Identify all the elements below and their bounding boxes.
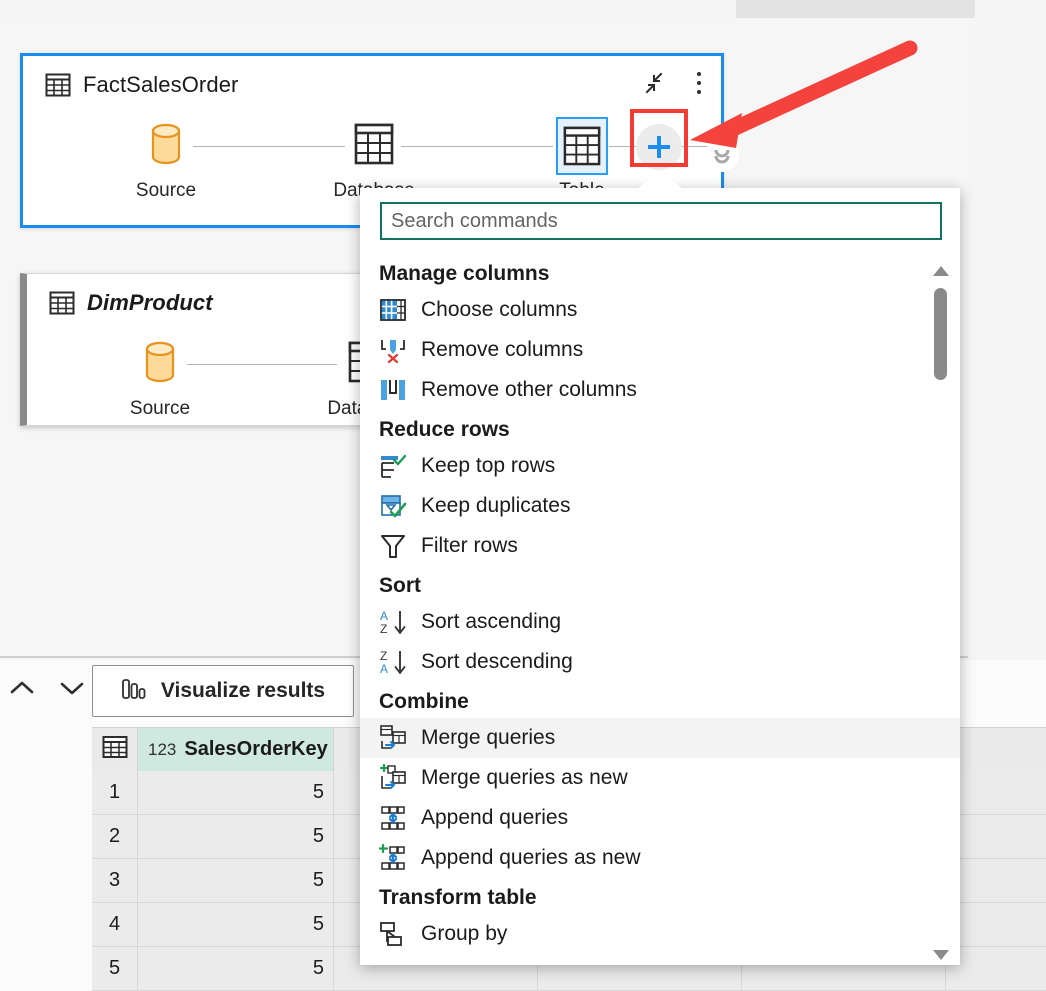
connector-handle-icon[interactable] — [705, 138, 739, 172]
pane-resize-chevrons — [4, 670, 90, 706]
command-list: Manage columns — [360, 252, 960, 952]
group-title-manage-columns: Manage columns — [360, 254, 960, 290]
remove-other-columns-icon — [379, 376, 407, 404]
chevron-down-icon[interactable] — [54, 670, 90, 706]
svg-text:A: A — [380, 609, 388, 623]
menu-item-label: Sort descending — [421, 650, 573, 674]
search-commands-input[interactable] — [380, 202, 942, 240]
visualize-results-button[interactable]: Visualize results — [92, 665, 354, 717]
menu-item-merge-queries-as-new[interactable]: Merge queries as new — [360, 758, 960, 798]
step-source[interactable]: Source — [106, 114, 226, 202]
card-title: FactSalesOrder — [83, 72, 238, 98]
menu-item-filter-rows[interactable]: Filter rows — [360, 526, 960, 566]
menu-item-label: Merge queries as new — [421, 766, 628, 790]
svg-text:Z: Z — [380, 649, 387, 663]
menu-item-sort-ascending[interactable]: A Z Sort ascending — [360, 602, 960, 642]
cell-salesorderkey[interactable]: 5 — [138, 859, 334, 902]
row-index: 5 — [92, 947, 138, 990]
menu-item-label: Choose columns — [421, 298, 577, 322]
choose-columns-icon — [379, 296, 407, 324]
command-list-scroll: Manage columns — [360, 252, 960, 952]
svg-text:Z: Z — [380, 622, 387, 636]
menu-item-label: Append queries as new — [421, 846, 641, 870]
column-header-salesorderkey[interactable]: 123 SalesOrderKey — [138, 728, 334, 771]
append-queries-as-new-icon — [379, 844, 407, 872]
sort-descending-icon: Z A — [379, 648, 407, 676]
menu-item-choose-columns[interactable]: Choose columns — [360, 290, 960, 330]
step-source[interactable]: Source — [100, 332, 220, 420]
flyout-scrollbar[interactable] — [930, 266, 952, 991]
menu-item-append-queries-as-new[interactable]: Append queries as new — [360, 838, 960, 878]
menu-item-merge-queries[interactable]: Merge queries — [360, 718, 960, 758]
group-title-sort: Sort — [360, 566, 960, 602]
visualize-results-label: Visualize results — [161, 679, 325, 703]
row-index: 1 — [92, 771, 138, 814]
cell-salesorderkey[interactable]: 5 — [138, 903, 334, 946]
merge-queries-icon — [379, 724, 407, 752]
step-label: Source — [106, 180, 226, 202]
group-title-reduce-rows: Reduce rows — [360, 410, 960, 446]
menu-item-label: Keep duplicates — [421, 494, 570, 518]
group-by-icon — [379, 920, 407, 948]
scroll-up-arrow-icon[interactable] — [933, 266, 949, 276]
svg-text:A: A — [380, 662, 388, 676]
menu-item-keep-duplicates[interactable]: Keep duplicates — [360, 486, 960, 526]
cell-salesorderkey[interactable]: 5 — [138, 947, 334, 990]
card-title: DimProduct — [87, 290, 213, 316]
menu-item-label: Sort ascending — [421, 610, 561, 634]
row-index: 4 — [92, 903, 138, 946]
card-header: FactSalesOrder — [23, 56, 721, 114]
menu-item-label: Merge queries — [421, 726, 555, 750]
app-root: FactSalesOrder — [0, 0, 1046, 991]
menu-item-sort-descending[interactable]: Z A Sort descending — [360, 642, 960, 682]
append-queries-icon — [379, 804, 407, 832]
scrollbar-thumb[interactable] — [934, 288, 947, 380]
merge-queries-as-new-icon — [379, 764, 407, 792]
flyout-beak — [636, 170, 684, 190]
add-step-button[interactable] — [636, 124, 682, 170]
more-options-kebab-icon[interactable] — [691, 68, 707, 98]
bar-chart-icon — [121, 677, 147, 706]
column-header-label: SalesOrderKey — [184, 738, 327, 761]
sort-ascending-icon: A Z — [379, 608, 407, 636]
menu-item-label: Remove other columns — [421, 378, 637, 402]
menu-item-group-by[interactable]: Group by — [360, 914, 960, 952]
database-cylinder-icon — [149, 122, 183, 171]
cell-salesorderkey[interactable]: 5 — [138, 771, 334, 814]
number-type-icon: 123 — [148, 740, 176, 760]
chevron-up-icon[interactable] — [4, 670, 40, 706]
menu-item-label: Remove columns — [421, 338, 583, 362]
cell-salesorderkey[interactable]: 5 — [138, 815, 334, 858]
step-label: Source — [100, 398, 220, 420]
menu-item-label: Append queries — [421, 806, 568, 830]
collapse-diagonal-icon[interactable] — [639, 68, 669, 98]
keep-top-rows-icon — [379, 452, 407, 480]
menu-item-label: Keep top rows — [421, 454, 555, 478]
menu-item-remove-other-columns[interactable]: Remove other columns — [360, 370, 960, 410]
row-index: 2 — [92, 815, 138, 858]
remove-columns-icon — [379, 336, 407, 364]
menu-item-label: Filter rows — [421, 534, 518, 558]
table-grid-icon-selected — [556, 117, 608, 175]
filter-rows-icon — [379, 532, 407, 560]
table-grid-icon — [45, 72, 71, 98]
grid-corner-table-icon-cell[interactable] — [92, 728, 138, 771]
card-controls — [639, 68, 707, 98]
search-commands-wrap — [360, 188, 960, 250]
table-grid-icon — [102, 735, 128, 765]
add-step-command-flyout: Manage columns — [360, 188, 960, 965]
menu-item-remove-columns[interactable]: Remove columns — [360, 330, 960, 370]
group-title-combine: Combine — [360, 682, 960, 718]
keep-duplicates-icon — [379, 492, 407, 520]
row-index: 3 — [92, 859, 138, 902]
menu-item-label: Group by — [421, 922, 507, 946]
table-grid-icon — [354, 122, 394, 171]
database-cylinder-icon — [143, 340, 177, 389]
scroll-down-arrow-icon[interactable] — [933, 950, 949, 960]
table-grid-icon — [49, 290, 75, 316]
menu-item-keep-top-rows[interactable]: Keep top rows — [360, 446, 960, 486]
top-toolbar-strip — [736, 0, 975, 18]
menu-item-append-queries[interactable]: Append queries — [360, 798, 960, 838]
group-title-transform-table: Transform table — [360, 878, 960, 914]
